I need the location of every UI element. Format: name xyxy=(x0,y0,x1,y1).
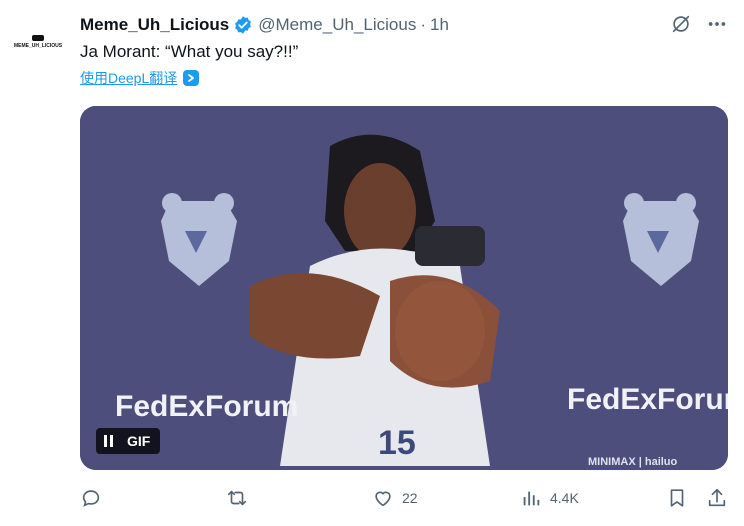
tweet-actions: 22 4.4K xyxy=(80,486,730,510)
avatar[interactable]: MEME_UH_LICIOUS xyxy=(13,20,63,64)
jersey-number-text: 15 xyxy=(378,424,416,462)
verified-badge-icon[interactable] xyxy=(233,15,253,35)
heart-icon xyxy=(375,491,391,507)
translate-label[interactable]: 使用DeepL翻译 xyxy=(80,68,177,88)
right-banner-text: FedExForum xyxy=(567,383,728,416)
left-banner-text: FedExForum xyxy=(115,390,298,423)
translate-link[interactable]: 使用DeepL翻译 xyxy=(80,68,200,88)
views-bar-chart-icon xyxy=(523,491,540,506)
share-button[interactable] xyxy=(706,486,728,510)
like-count: 22 xyxy=(402,490,418,506)
grok-icon[interactable] xyxy=(670,13,692,35)
watermark-text: MINIMAX | hailuo xyxy=(588,456,678,468)
separator-dot: · xyxy=(420,15,426,34)
tweet-header: Meme_Uh_Licious @Meme_Uh_Licious · 1h xyxy=(80,13,734,37)
deepl-icon[interactable] xyxy=(183,70,200,86)
gif-frame-image: FedExForum FedExForum 15 MINIMAX | hailu… xyxy=(80,106,728,470)
tweet-text: Ja Morant: “What you say?!!” xyxy=(80,42,299,61)
gif-media[interactable]: FedExForum FedExForum 15 MINIMAX | hailu… xyxy=(80,106,728,470)
avatar-logo-text: MEME_UH_LICIOUS xyxy=(13,43,63,49)
more-options-icon[interactable] xyxy=(706,13,728,35)
retweet-icon xyxy=(227,490,247,506)
retweet-button[interactable] xyxy=(226,486,256,510)
post-time[interactable]: 1h xyxy=(430,15,449,35)
reply-button[interactable] xyxy=(80,486,110,510)
avatar-logo-mark xyxy=(32,35,44,41)
header-actions xyxy=(670,13,728,35)
views-button[interactable]: 4.4K xyxy=(520,486,579,510)
share-icon xyxy=(708,488,726,507)
author-handle[interactable]: @Meme_Uh_Licious xyxy=(258,15,416,35)
reply-icon xyxy=(82,490,100,507)
bookmark-icon xyxy=(670,489,684,507)
gif-label: GIF xyxy=(127,433,151,449)
views-count: 4.4K xyxy=(550,490,579,506)
author-name[interactable]: Meme_Uh_Licious xyxy=(80,15,229,35)
pause-icon[interactable] xyxy=(104,435,113,447)
bookmark-button[interactable] xyxy=(666,486,688,510)
gif-controls: GIF xyxy=(96,428,161,454)
like-button[interactable]: 22 xyxy=(372,486,418,510)
